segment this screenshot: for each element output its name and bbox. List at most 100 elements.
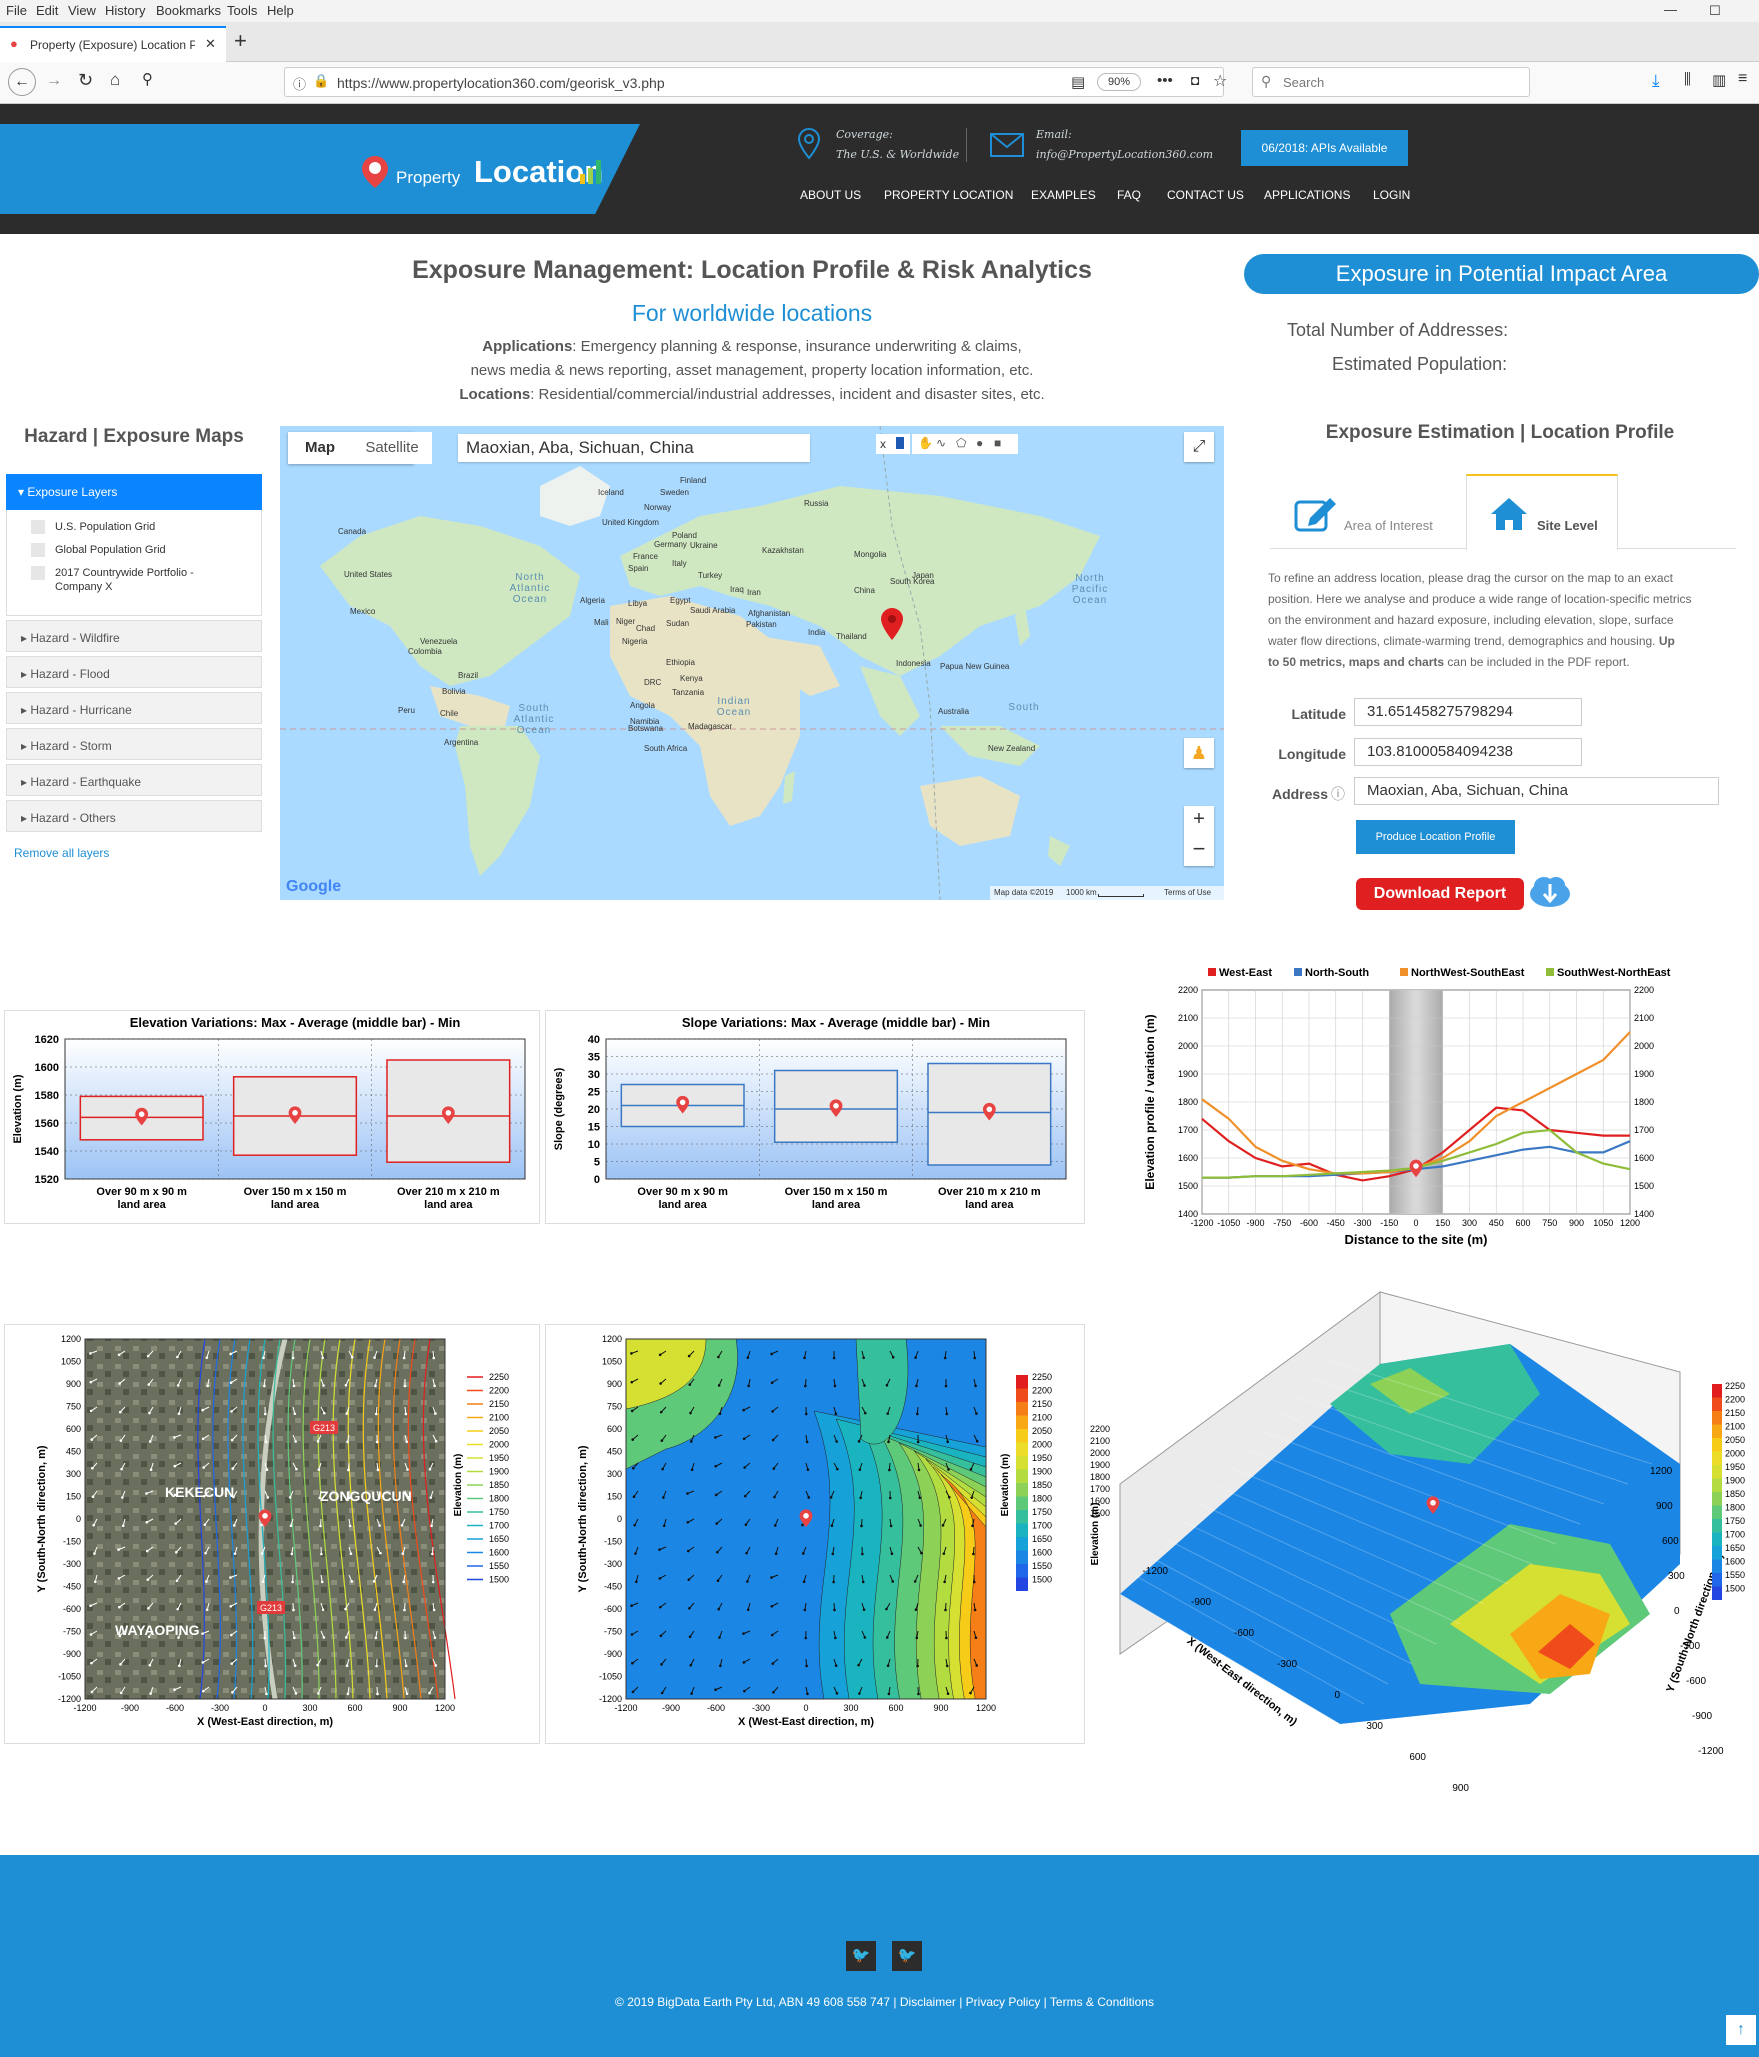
hazard-hurricane[interactable]: ▸ Hazard - Hurricane — [6, 692, 262, 724]
minimize-icon[interactable]: — — [1664, 2, 1677, 17]
map-label: Algeria — [580, 596, 605, 605]
menu-bookmarks[interactable]: Bookmarks — [156, 3, 221, 18]
tab-area-of-interest[interactable]: Area of Interest — [1286, 474, 1466, 548]
forward-icon[interactable]: → — [46, 72, 62, 90]
nav-contact-us[interactable]: CONTACT US — [1167, 188, 1244, 202]
map[interactable]: Map Satellite Maoxian, Aba, Sichuan, Chi… — [280, 426, 1224, 900]
reader-view-icon[interactable]: ▤ — [1071, 73, 1085, 91]
elevation-contour-panel: 1200 1050 900 750 600 450 300 150 0 -150 -300 -450-… — [545, 1324, 1085, 1744]
tab-site-level[interactable]: Site Level — [1466, 474, 1618, 550]
flow-arrow-head — [831, 1552, 835, 1556]
bookmark-star-icon[interactable]: ☆ — [1213, 71, 1227, 91]
contour-legend-label: 2250 — [489, 1372, 509, 1382]
api-available-button[interactable]: 06/2018: APIs Available — [1241, 130, 1408, 166]
hazard-wildfire[interactable]: ▸ Hazard - Wildfire — [6, 620, 262, 652]
flow-arrow-head — [830, 1524, 834, 1527]
hazard-earthquake[interactable]: ▸ Hazard - Earthquake — [6, 764, 262, 796]
maximize-icon[interactable]: ☐ — [1709, 3, 1721, 19]
site-marker-dot — [986, 1106, 993, 1113]
flow-arrow-head — [402, 1580, 405, 1584]
search-bar[interactable]: ⚲ Search — [1252, 67, 1530, 97]
longitude-field[interactable]: 103.81000584094238 — [1354, 738, 1582, 766]
flow-arrow-head — [432, 1356, 436, 1360]
nav-login[interactable]: LOGIN — [1373, 188, 1410, 202]
menu-file[interactable]: File — [6, 3, 27, 18]
flow-arrow-head — [89, 1604, 92, 1608]
layer-portfolio[interactable]: 2017 Countrywide Portfolio - — [55, 567, 194, 579]
reload-icon[interactable]: ↻ — [78, 70, 93, 91]
url-text[interactable]: https://www.propertylocation360.com/geor… — [337, 75, 665, 91]
layer-us-population[interactable]: U.S. Population Grid — [55, 521, 155, 533]
y-tick-label: -900 — [63, 1649, 81, 1659]
email-value[interactable]: info@PropertyLocation360.com — [1036, 148, 1213, 161]
page-actions-icon[interactable]: ••• — [1157, 72, 1173, 89]
sidebar-icon[interactable]: ▥ — [1712, 71, 1726, 89]
flow-arrow-head — [887, 1692, 891, 1696]
download-icon[interactable]: ⤓ — [1652, 71, 1660, 91]
colorbar-label: 1850 — [1032, 1480, 1052, 1490]
nav-property-location[interactable]: PROPERTY LOCATION — [884, 188, 1013, 202]
menu-tools[interactable]: Tools — [227, 3, 257, 18]
library-icon[interactable]: ⫼ — [1684, 71, 1691, 88]
hamburger-menu-icon[interactable]: ≡ — [1738, 70, 1747, 88]
flow-arrow-head — [915, 1636, 919, 1640]
sidebar-title: Hazard | Exposure Maps — [24, 426, 244, 447]
hazard-others[interactable]: ▸ Hazard - Others — [6, 800, 262, 832]
exposure-layers-header[interactable]: ▾ Exposure Layers — [6, 474, 262, 510]
remove-all-layers-link[interactable]: Remove all layers — [14, 846, 109, 860]
menu-history[interactable]: History — [105, 3, 145, 18]
checkbox-portfolio[interactable] — [31, 566, 45, 580]
nav-faq[interactable]: FAQ — [1117, 188, 1141, 202]
url-bar[interactable]: ⓘ 🔒 https://www.propertylocation360.com/… — [284, 67, 1227, 97]
twitter-icon[interactable]: 🐦 — [846, 1941, 876, 1971]
colorbar-label: 1750 — [1725, 1516, 1745, 1526]
new-tab-icon[interactable]: + — [234, 28, 247, 54]
nav-about-us[interactable]: ABOUT US — [800, 188, 861, 202]
flow-arrow-head — [429, 1496, 433, 1499]
flow-arrow-head — [295, 1467, 298, 1471]
y-tick-label: -300 — [63, 1559, 81, 1569]
map-label: United States — [344, 570, 393, 579]
page-title: Exposure Management: Location Profile & … — [412, 256, 1092, 284]
back-icon[interactable]: ← — [8, 68, 36, 96]
menu-view[interactable]: View — [68, 3, 96, 18]
scroll-to-top-icon[interactable]: ↑ — [1726, 2015, 1756, 2045]
hazard-flood[interactable]: ▸ Hazard - Flood — [6, 656, 262, 688]
flow-arrow-head — [230, 1438, 234, 1442]
info-icon[interactable]: ⓘ — [293, 74, 306, 93]
x-category-suffix: land area — [271, 1199, 320, 1211]
flow-arrow-head — [372, 1580, 376, 1583]
checkbox-us-population[interactable] — [31, 520, 45, 534]
menu-help[interactable]: Help — [267, 3, 294, 18]
download-report-button[interactable]: Download Report — [1356, 878, 1524, 910]
address-field[interactable]: Maoxian, Aba, Sichuan, China — [1354, 777, 1719, 805]
search-icon[interactable]: ⚲ — [142, 70, 153, 88]
flow-arrow-head — [946, 1692, 950, 1695]
nav-applications[interactable]: APPLICATIONS — [1264, 188, 1350, 202]
z-tick-label: 2200 — [1090, 1424, 1110, 1434]
y-tick-label: 0 — [1674, 1606, 1680, 1617]
address-info-icon[interactable]: ⓘ — [1331, 784, 1345, 804]
browser-tab[interactable]: ● Property (Exposure) Location Pr ✕ — [0, 26, 226, 62]
flow-arrow-head — [806, 1692, 809, 1696]
layer-portfolio-company[interactable]: Company X — [55, 581, 112, 593]
estimated-population-label: Estimated Population: — [1332, 354, 1508, 374]
cloud-download-icon[interactable] — [1528, 872, 1572, 910]
flow-arrow-head — [264, 1440, 268, 1444]
zoom-level[interactable]: 90% — [1097, 73, 1141, 91]
x-tick-label: -600 — [707, 1703, 725, 1713]
checkbox-global-population[interactable] — [31, 543, 45, 557]
y-tick-label: -600 — [63, 1604, 81, 1614]
menu-edit[interactable]: Edit — [36, 3, 58, 18]
latitude-field[interactable]: 31.651458275798294 — [1354, 698, 1582, 726]
map-label: Australia — [938, 707, 970, 716]
layer-global-population[interactable]: Global Population Grid — [55, 544, 166, 556]
x-tick-label: 300 — [1462, 1218, 1477, 1228]
pocket-icon[interactable]: ◘ — [1191, 72, 1199, 88]
twitter-icon[interactable]: 🐦 — [892, 1941, 922, 1971]
home-icon[interactable]: ⌂ — [110, 70, 120, 90]
produce-location-profile-button[interactable]: Produce Location Profile — [1356, 820, 1515, 854]
hazard-storm[interactable]: ▸ Hazard - Storm — [6, 728, 262, 760]
nav-examples[interactable]: EXAMPLES — [1031, 188, 1096, 202]
close-tab-icon[interactable]: ✕ — [205, 36, 216, 52]
